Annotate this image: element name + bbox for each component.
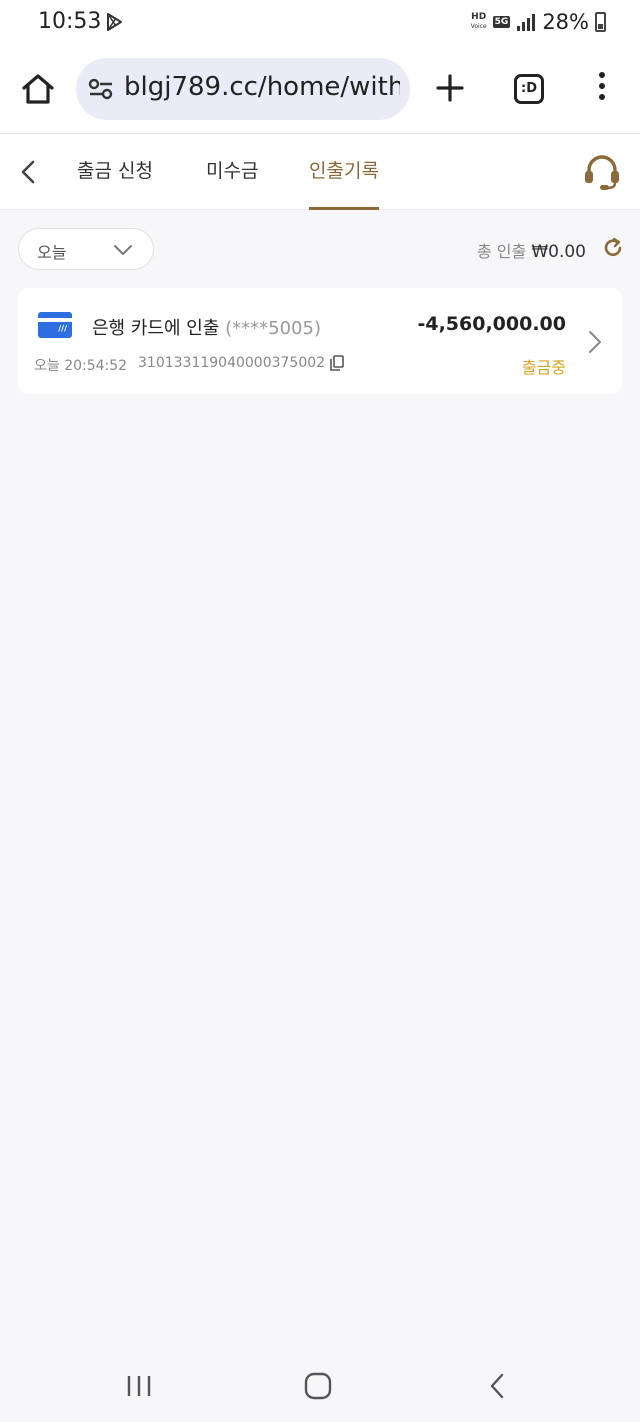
nav-home-icon[interactable] <box>304 1372 332 1400</box>
tab-receivables[interactable]: 미수금 <box>206 156 258 210</box>
play-store-icon <box>107 13 122 31</box>
system-nav-bar <box>0 1350 640 1422</box>
home-icon[interactable] <box>20 72 56 106</box>
tab-withdraw-history[interactable]: 인출기록 <box>309 156 379 210</box>
refresh-icon[interactable] <box>602 237 624 259</box>
record-amount: -4,560,000.00 <box>417 313 566 335</box>
hd-voice-indicator: HD Voice <box>470 12 487 31</box>
status-badge: 출금중 <box>521 358 566 377</box>
withdrawal-record[interactable]: /// 은행 카드에 인출 (****5005) -4,560,000.00 오… <box>18 288 622 394</box>
date-filter-value: 오늘 <box>37 243 67 262</box>
nav-back-icon[interactable] <box>488 1372 506 1400</box>
tune-icon[interactable] <box>88 78 114 100</box>
tabs-button[interactable]: :D <box>514 74 544 104</box>
transaction-id: 310133119040000375002 <box>138 355 326 371</box>
filter-row: 오늘 총 인출 ₩0.00 <box>0 210 640 286</box>
page-header: 출금 신청 미수금 인출기록 <box>0 134 640 210</box>
battery-icon <box>595 12 606 32</box>
total-amount: ₩0.00 <box>531 242 586 262</box>
headset-icon[interactable] <box>582 152 622 192</box>
status-time: 10:53 <box>38 9 102 34</box>
chevron-left-icon[interactable] <box>16 158 40 186</box>
record-title: 은행 카드에 인출 (****5005) <box>92 318 321 339</box>
total-label: 총 인출 <box>476 242 527 261</box>
url-text[interactable]: blgj789.cc/home/withdraw <box>124 72 400 102</box>
address-bar[interactable]: blgj789.cc/home/withdraw <box>76 58 410 120</box>
recents-icon[interactable] <box>126 1374 152 1398</box>
status-indicators: HD Voice 5G 28% <box>471 10 606 34</box>
copy-icon[interactable] <box>330 355 344 371</box>
date-filter-select[interactable]: 오늘 <box>18 228 154 270</box>
masked-card-number: (****5005) <box>225 318 321 339</box>
browser-toolbar: blgj789.cc/home/withdraw :D <box>0 44 640 134</box>
network-type: 5G <box>492 16 511 28</box>
record-time: 오늘 20:54:52 <box>34 358 128 374</box>
bank-card-icon: /// <box>38 312 72 338</box>
signal-icon <box>517 14 536 31</box>
chevron-right-icon[interactable] <box>588 330 602 354</box>
status-bar: 10:53 HD Voice 5G 28% <box>0 0 640 44</box>
more-vert-icon[interactable] <box>596 72 608 106</box>
chevron-down-icon <box>114 245 132 255</box>
plus-icon[interactable] <box>434 72 466 104</box>
tab-withdraw-request[interactable]: 출금 신청 <box>77 156 153 210</box>
battery-percent: 28% <box>542 10 589 34</box>
total-withdrawal: 총 인출 ₩0.00 <box>477 238 586 262</box>
